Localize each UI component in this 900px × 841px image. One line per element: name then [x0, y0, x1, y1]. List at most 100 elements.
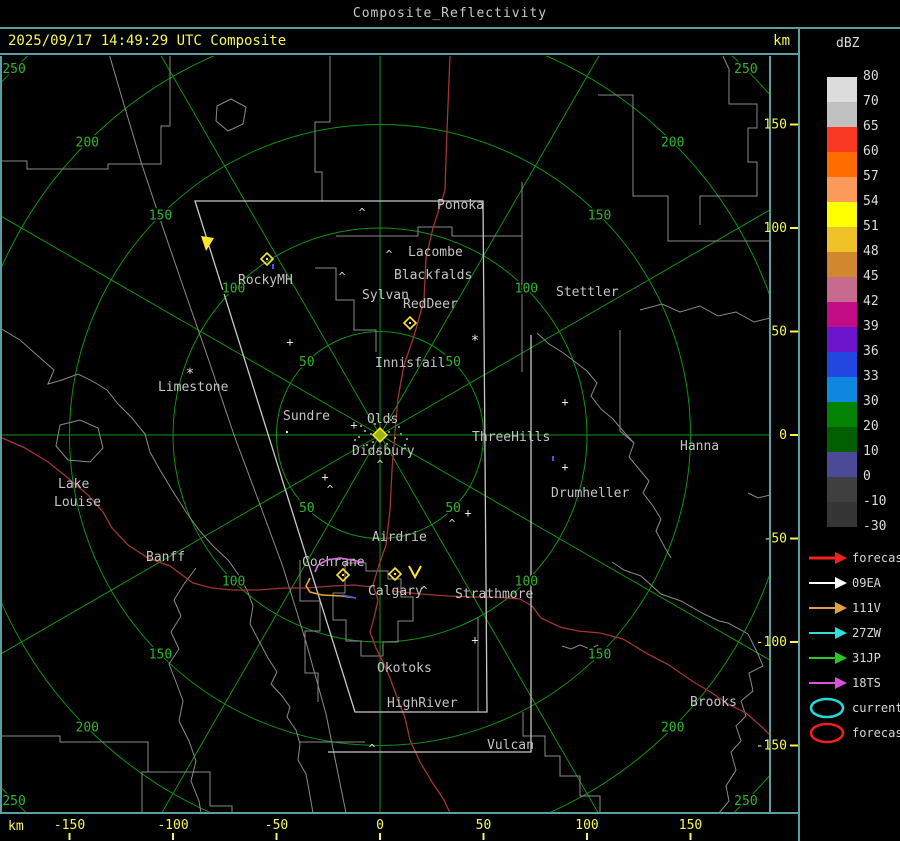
city-label: Calgary: [368, 584, 423, 599]
town-marker-plus: +: [286, 335, 293, 349]
clutter-speckle: [366, 444, 368, 446]
bottom-axis-unit: km: [8, 819, 24, 834]
colorbar-band: [827, 252, 857, 277]
county-boundary: [620, 330, 634, 443]
legend-arrow-icon: [808, 671, 848, 695]
window-title-bar: Composite_Reflectivity: [0, 0, 900, 29]
colorbar-band: [827, 502, 857, 527]
city-label: Okotoks: [377, 661, 432, 676]
city-label: Ponoka: [437, 198, 484, 213]
radar-map-canvas[interactable]: 5050505010010010010015015015015020020020…: [0, 56, 798, 841]
city-label: Drumheller: [551, 486, 629, 501]
county-boundary: [700, 56, 757, 225]
city-label: Banff: [146, 550, 185, 565]
range-radial: [70, 56, 380, 435]
storm-vector-chevron: [409, 566, 421, 577]
bottom-axis-tick: [172, 833, 174, 840]
county-boundary: [56, 420, 103, 462]
town-marker-asterisk: *: [186, 366, 194, 382]
city-label: Brooks: [690, 695, 737, 710]
right-axis-tick-label: 150: [764, 118, 787, 133]
county-boundary: [0, 161, 150, 169]
blue-mark: [272, 264, 274, 269]
clutter-speckle: [406, 438, 408, 440]
city-label: Vulcan: [487, 738, 534, 753]
colorbar-band: [827, 377, 857, 402]
legend-item: current: [808, 695, 900, 720]
town-marker-caret: ^: [421, 584, 428, 597]
county-boundary: [598, 95, 770, 241]
legend-item-label: current: [852, 701, 900, 715]
city-label: Hanna: [680, 439, 719, 454]
right-axis-tick-label: -50: [764, 532, 787, 547]
ring-distance-label: 50: [299, 501, 315, 516]
county-boundary: [148, 772, 232, 813]
right-axis-tick-label: 0: [779, 428, 787, 443]
legend-arrow-icon: [808, 596, 848, 620]
right-axis-tick-label: -100: [756, 635, 787, 650]
legend-ellipse-icon: [808, 721, 848, 745]
info-bar: 2025/09/17 14:49:29 UTC Composite km: [0, 29, 798, 55]
clutter-speckle: [394, 437, 396, 439]
county-boundary: [612, 562, 763, 813]
radar-application-window: Composite_Reflectivity 2025/09/17 14:49:…: [0, 0, 900, 841]
county-boundary: [169, 568, 201, 813]
colorbar-band: [827, 452, 857, 477]
colorbar-band: [827, 327, 857, 352]
city-label: Lake: [58, 477, 89, 492]
city-label: Airdrie: [372, 530, 427, 545]
legend-arrow-icon: [808, 621, 848, 645]
clutter-speckle: [398, 426, 400, 428]
colorbar-band: [827, 202, 857, 227]
bottom-axis-tick-label: -100: [157, 818, 188, 833]
city-label: Blackfalds: [394, 268, 472, 283]
storm-cell-center: [342, 574, 344, 576]
colorbar-band-label: 20: [863, 419, 899, 435]
legend-item: 18TS: [808, 670, 881, 695]
city-label: ThreeHills: [472, 430, 550, 445]
ring-distance-label: 150: [588, 648, 611, 663]
city-label: Olds: [367, 412, 398, 427]
legend-item: forecast: [808, 545, 900, 570]
bottom-axis-tick-label: 150: [679, 818, 702, 833]
colorbar-band-label: 0: [863, 469, 899, 485]
bottom-axis-tick-label: 0: [376, 818, 384, 833]
clutter-speckle: [384, 421, 386, 423]
clutter-speckle: [358, 436, 360, 438]
ring-distance-label: 250: [734, 794, 757, 809]
right-axis-tick: [790, 124, 798, 126]
colorbar-band-label: 80: [863, 69, 899, 85]
bottom-axis-tick-label: 100: [575, 818, 598, 833]
storm-cell-center: [394, 573, 396, 575]
clutter-speckle: [368, 449, 370, 451]
town-marker-caret: ^: [369, 742, 376, 755]
legend-item-label: forecast: [852, 726, 900, 740]
bottom-axis-tick-label: -50: [265, 818, 288, 833]
right-axis-tick: [790, 331, 798, 333]
clutter-speckle: [364, 430, 366, 432]
clutter-speckle: [360, 425, 362, 427]
colorbar-band: [827, 177, 857, 202]
ring-distance-label: 50: [445, 501, 461, 516]
county-boundary: [0, 328, 313, 813]
colorbar-band-label: 45: [863, 269, 899, 285]
colorbar-band-label: 48: [863, 244, 899, 260]
storm-cell-center: [409, 322, 411, 324]
county-boundary: [523, 712, 600, 813]
colorbar-band-label: -10: [863, 494, 899, 510]
colorbar-band: [827, 427, 857, 452]
town-marker-caret: ^: [386, 248, 393, 261]
legend-item: 31JP: [808, 645, 881, 670]
timestamp-label: 2025/09/17 14:49:29 UTC Composite: [8, 33, 286, 49]
colorbar-band: [827, 402, 857, 427]
colorbar-band: [827, 352, 857, 377]
town-marker-plus: +: [561, 460, 568, 474]
radar-map-area[interactable]: 5050505010010010010015015015015020020020…: [0, 56, 798, 841]
ring-distance-label: 100: [222, 574, 245, 589]
town-marker-caret: ^: [327, 483, 334, 496]
legend-arrow-icon: [808, 571, 848, 595]
right-axis-tick: [790, 538, 798, 540]
right-axis-tick: [790, 641, 798, 643]
colorbar-band-label: 10: [863, 444, 899, 460]
town-marker-caret: ^: [359, 206, 366, 219]
